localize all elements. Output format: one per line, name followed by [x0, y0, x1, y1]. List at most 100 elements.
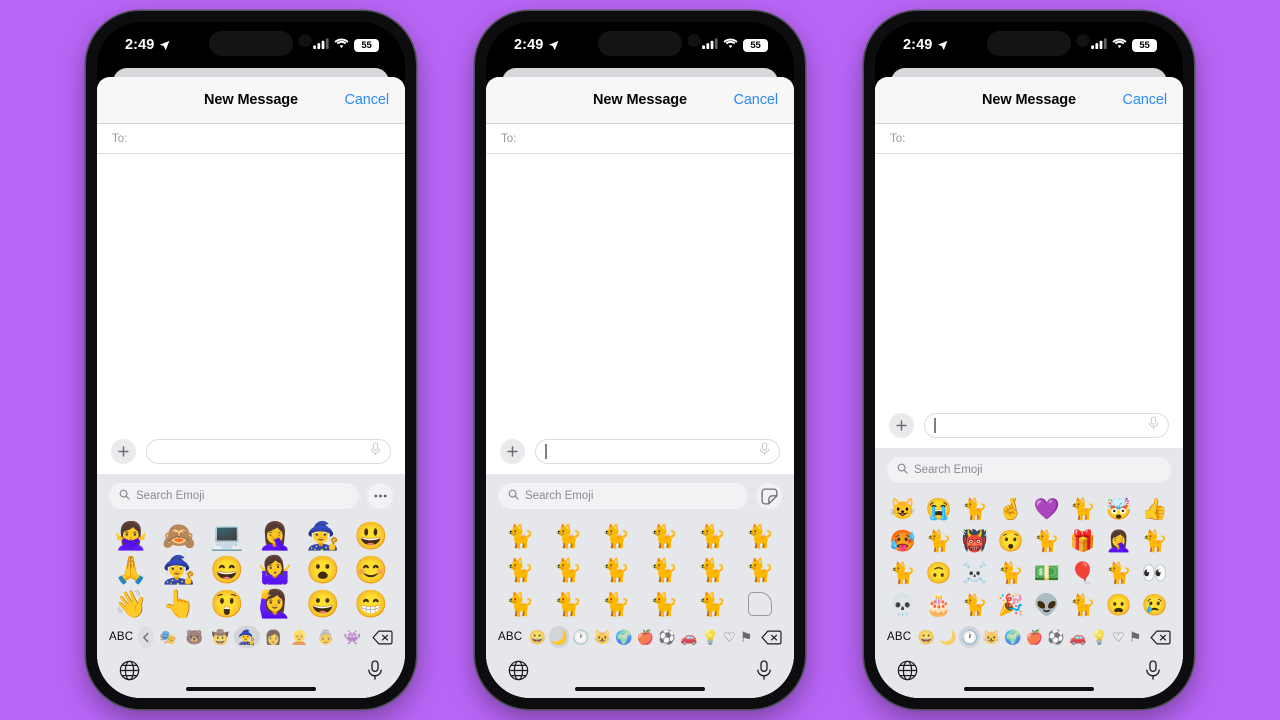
category-objects-travel[interactable]: 🚗	[1067, 626, 1088, 648]
category-stickers[interactable]: 🌙	[938, 626, 959, 648]
category-memoji-1[interactable]: 🎭	[155, 626, 180, 648]
category-recents[interactable]: 🕐	[959, 626, 981, 648]
category-symbols[interactable]: ♡	[1111, 626, 1127, 648]
category-activity[interactable]: ⚽	[1046, 626, 1067, 648]
microphone-icon[interactable]	[1148, 415, 1159, 435]
recipient-field[interactable]: To:	[97, 124, 405, 154]
cancel-button[interactable]: Cancel	[1122, 92, 1167, 108]
search-input[interactable]: Search Emoji	[109, 483, 359, 509]
emoji-cell[interactable]: 🐈	[1065, 589, 1101, 621]
emoji-cell[interactable]: 🐈	[1101, 557, 1137, 589]
microphone-icon[interactable]	[759, 441, 770, 461]
category-memoji-5[interactable]: 👩	[261, 626, 286, 648]
emoji-cell[interactable]: 🐈	[957, 493, 993, 525]
emoji-cell[interactable]: 👀	[1137, 557, 1173, 589]
emoji-cell[interactable]: 🐈	[1137, 525, 1173, 557]
emoji-cell[interactable]: 🤦‍♀️	[251, 519, 299, 553]
abc-key[interactable]: ABC	[498, 631, 526, 643]
abc-key[interactable]: ABC	[887, 631, 915, 643]
new-sticker-icon[interactable]	[747, 592, 772, 616]
message-input[interactable]	[924, 412, 1169, 438]
plus-icon[interactable]	[500, 438, 525, 464]
emoji-cell[interactable]: 🤯	[1101, 493, 1137, 525]
emoji-cell[interactable]: 😲	[203, 587, 251, 621]
emoji-cell[interactable]: ☠️	[957, 557, 993, 589]
emoji-cell[interactable]: 😁	[347, 587, 395, 621]
emoji-cell[interactable]: 🐈	[688, 587, 736, 621]
emoji-cell[interactable]: 🐈	[544, 587, 592, 621]
emoji-cell[interactable]: 👽	[1029, 589, 1065, 621]
emoji-cell[interactable]: 🙅‍♀️	[107, 519, 155, 553]
microphone-icon[interactable]	[756, 660, 772, 686]
globe-icon[interactable]	[897, 660, 918, 686]
category-stickers[interactable]: 🌙	[548, 626, 570, 648]
emoji-cell[interactable]: 🎉	[993, 589, 1029, 621]
emoji-cell[interactable]: 🐈	[496, 519, 544, 553]
emoji-cell[interactable]: 🧙‍♀️	[155, 553, 203, 587]
emoji-cell[interactable]: 🥵	[885, 525, 921, 557]
emoji-cell[interactable]: 😯	[993, 525, 1029, 557]
globe-icon[interactable]	[508, 660, 529, 686]
emoji-cell[interactable]: 🐈	[921, 525, 957, 557]
emoji-cell[interactable]: 😊	[347, 553, 395, 587]
emoji-cell[interactable]: 🐈	[592, 553, 640, 587]
emoji-cell[interactable]: 🐈	[640, 587, 688, 621]
emoji-cell[interactable]: 🐈	[592, 519, 640, 553]
category-memoji-4[interactable]: 🧙	[234, 626, 260, 648]
plus-icon[interactable]	[889, 412, 914, 438]
category-animals-nature[interactable]: 😺	[592, 626, 613, 648]
category-smileys-people[interactable]: 😀	[916, 626, 937, 648]
category-objects-travel[interactable]: 🚗	[678, 626, 699, 648]
delete-backward-icon[interactable]	[1144, 630, 1171, 645]
category-activity[interactable]: ⚽	[657, 626, 678, 648]
emoji-cell[interactable]: 🐈	[640, 519, 688, 553]
emoji-cell[interactable]: 🐈	[885, 557, 921, 589]
emoji-cell[interactable]: 😀	[299, 587, 347, 621]
category-symbols[interactable]: ♡	[722, 626, 738, 648]
search-input[interactable]: Search Emoji	[887, 457, 1171, 483]
emoji-cell[interactable]: 🎁	[1065, 525, 1101, 557]
globe-icon[interactable]	[119, 660, 140, 686]
category-memoji-8[interactable]: 👾	[340, 626, 365, 648]
category-flags[interactable]: ⚑	[738, 626, 754, 648]
category-travel-places[interactable]: 🌍	[1003, 626, 1024, 648]
emoji-cell[interactable]: 🎈	[1065, 557, 1101, 589]
emoji-cell[interactable]: 🎂	[921, 589, 957, 621]
category-objects[interactable]: 💡	[700, 626, 721, 648]
emoji-cell[interactable]: 💀	[885, 589, 921, 621]
emoji-cell[interactable]: 😭	[921, 493, 957, 525]
emoji-cell[interactable]: 🐈	[1065, 493, 1101, 525]
category-recents[interactable]: 🕐	[570, 626, 591, 648]
emoji-cell[interactable]: 😃	[347, 519, 395, 553]
cancel-button[interactable]: Cancel	[733, 92, 778, 108]
category-memoji-3[interactable]: 🤠	[208, 626, 233, 648]
emoji-cell[interactable]: 😄	[203, 553, 251, 587]
category-food-drink[interactable]: 🍎	[635, 626, 656, 648]
search-input[interactable]: Search Emoji	[498, 483, 748, 509]
emoji-cell[interactable]: 😦	[1101, 589, 1137, 621]
emoji-cell[interactable]: 🐈	[688, 519, 736, 553]
ellipsis-icon[interactable]	[367, 483, 393, 509]
emoji-cell[interactable]: 🐈	[496, 553, 544, 587]
emoji-cell[interactable]: 🐈	[1029, 525, 1065, 557]
emoji-cell[interactable]: 🤞	[993, 493, 1029, 525]
emoji-cell[interactable]: 🐈	[496, 587, 544, 621]
recipient-field[interactable]: To:	[486, 124, 794, 154]
cancel-button[interactable]: Cancel	[344, 92, 389, 108]
new-sticker-icon[interactable]	[756, 483, 782, 509]
microphone-icon[interactable]	[1145, 660, 1161, 686]
message-input[interactable]	[535, 438, 780, 464]
emoji-cell[interactable]: 👍	[1137, 493, 1173, 525]
category-smileys-people[interactable]: 😀	[527, 626, 548, 648]
emoji-cell[interactable]: 🐈	[592, 587, 640, 621]
home-indicator[interactable]	[964, 686, 1094, 691]
category-travel-places[interactable]: 🌍	[614, 626, 635, 648]
plus-icon[interactable]	[111, 438, 136, 464]
emoji-cell[interactable]: 😮	[299, 553, 347, 587]
emoji-cell[interactable]: 🙃	[921, 557, 957, 589]
message-input[interactable]	[146, 438, 391, 464]
emoji-cell[interactable]: 💜	[1029, 493, 1065, 525]
category-animals-nature[interactable]: 😺	[981, 626, 1002, 648]
emoji-cell[interactable]: 🐈	[957, 589, 993, 621]
microphone-icon[interactable]	[367, 660, 383, 686]
